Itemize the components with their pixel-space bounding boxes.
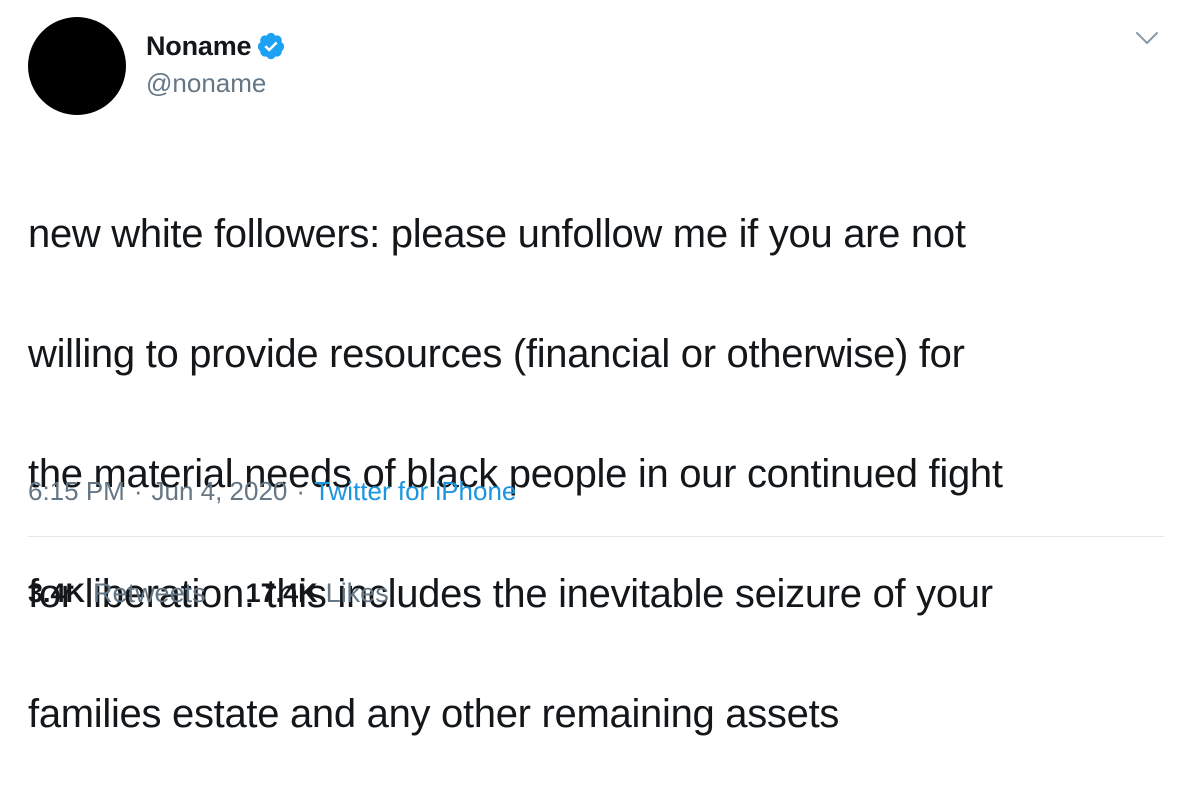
- likes-count: 17.4K: [245, 578, 318, 608]
- meta-separator: ·: [296, 476, 306, 506]
- chevron-down-icon[interactable]: [1134, 28, 1160, 48]
- tweet-card: Noname @noname new white followers: plea…: [0, 0, 1194, 736]
- retweets-stat[interactable]: 3.4K Retweets: [28, 578, 206, 609]
- divider: [28, 536, 1164, 537]
- tweet-text-line: new white followers: please unfollow me …: [28, 212, 966, 256]
- tweet-text-line: families estate and any other remaining …: [28, 692, 840, 736]
- retweets-count: 3.4K: [28, 578, 86, 608]
- meta-separator: ·: [133, 476, 143, 506]
- likes-stat[interactable]: 17.4K Likes: [246, 578, 389, 609]
- retweets-label: Retweets: [93, 578, 206, 608]
- author-name-row: Noname: [146, 26, 286, 66]
- tweet-meta: 6:15 PM · Jun 4, 2020 · Twitter for iPho…: [28, 476, 516, 507]
- verified-badge-icon: [256, 31, 286, 61]
- tweet-text: new white followers: please unfollow me …: [28, 144, 1168, 804]
- likes-label: Likes: [325, 578, 389, 608]
- avatar[interactable]: [28, 17, 126, 115]
- tweet-text-line: willing to provide resources (financial …: [28, 332, 965, 376]
- tweet-date[interactable]: Jun 4, 2020: [152, 476, 288, 507]
- tweet-time[interactable]: 6:15 PM: [28, 476, 125, 507]
- author-handle[interactable]: @noname: [146, 68, 266, 99]
- tweet-source-link[interactable]: Twitter for iPhone: [314, 476, 516, 507]
- author-display-name[interactable]: Noname: [146, 31, 252, 62]
- tweet-stats: 3.4K Retweets 17.4K Likes: [28, 578, 429, 609]
